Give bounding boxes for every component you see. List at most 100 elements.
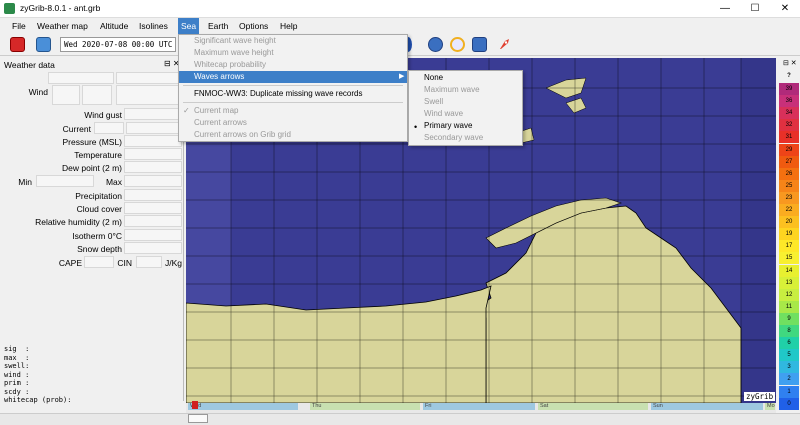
panel-title: Weather data: [4, 60, 55, 70]
menu-item-current-arrows-grib[interactable]: Current arrows on Grib grid: [179, 129, 407, 141]
colorbar-swatch: 20: [779, 216, 799, 229]
cell: [94, 122, 124, 134]
label-cloud-cover: Cloud cover: [76, 204, 122, 214]
map-brand-label: zyGrib: [744, 392, 776, 401]
menu-item-current-arrows[interactable]: Current arrows: [179, 117, 407, 129]
menu-separator: [183, 102, 403, 103]
cell: [126, 122, 182, 134]
minimize-button[interactable]: —: [710, 0, 740, 18]
cell: [124, 242, 182, 254]
colorbar-swatch: 27: [779, 155, 799, 168]
timeline-day[interactable]: Mo: [765, 403, 775, 410]
app-icon: [4, 3, 15, 14]
menu-options[interactable]: Options: [236, 18, 271, 34]
menu-altitude[interactable]: Altitude: [97, 18, 131, 34]
cell: [116, 72, 182, 84]
rocket-icon[interactable]: [497, 37, 512, 52]
colorbar-swatch: 0: [779, 397, 799, 410]
cell: [82, 85, 112, 105]
cell: [124, 189, 182, 201]
colorbar-buttons[interactable]: ⊟ ✕: [783, 59, 797, 67]
cell: [124, 202, 182, 214]
colorbar-swatch: 14: [779, 264, 799, 277]
timeline-day[interactable]: Wed: [188, 403, 298, 410]
wave-info-text: sig : max : swell: wind : prim : scdy : …: [4, 345, 72, 404]
menu-help[interactable]: Help: [277, 18, 300, 34]
label-cin: CIN: [117, 258, 132, 268]
colorbar-swatch: 11: [779, 300, 799, 313]
colorbar-swatch: 1: [779, 385, 799, 398]
timeline-day[interactable]: Thu: [310, 403, 420, 410]
menu-sea[interactable]: Sea: [178, 18, 200, 34]
sea-menu-dropdown: Significant wave height Maximum wave hei…: [178, 34, 408, 142]
date-selector[interactable]: Wed 2020-07-08 00:00 UTC: [60, 37, 176, 52]
colorbar-swatch: 26: [779, 167, 799, 180]
cell: [124, 215, 182, 227]
colorbar-title: ?: [779, 70, 799, 83]
submenu-arrow-icon: ▶: [399, 73, 405, 80]
cell: [124, 161, 182, 173]
menu-item-maximum-wave-height[interactable]: Maximum wave height: [179, 47, 407, 59]
cell: [124, 229, 182, 241]
label-dew-point: Dew point (2 m): [62, 163, 122, 173]
submenu-item-primary-wave[interactable]: Primary wave: [409, 120, 522, 132]
submenu-item-swell[interactable]: Swell: [409, 96, 522, 108]
colorbar-swatch: 13: [779, 276, 799, 289]
label-cape: CAPE: [58, 258, 82, 268]
menu-earth[interactable]: Earth: [205, 18, 231, 34]
colorbar-swatch: 8: [779, 325, 799, 337]
menu-isolines[interactable]: Isolines: [136, 18, 171, 34]
maximize-button[interactable]: ☐: [740, 0, 770, 18]
submenu-item-wind-wave[interactable]: Wind wave: [409, 108, 522, 120]
timeline-day[interactable]: Sun: [651, 403, 763, 410]
quit-icon[interactable]: [10, 37, 25, 52]
menu-item-significant-wave-height[interactable]: Significant wave height: [179, 35, 407, 47]
label-wind: Wind: [28, 87, 48, 97]
colorbar-swatch: 39: [779, 83, 799, 95]
timeline-day[interactable]: Sat: [538, 403, 648, 410]
globe-icon[interactable]: [428, 37, 443, 52]
menu-file[interactable]: File: [9, 18, 29, 34]
cell: [48, 72, 114, 84]
status-bar: [0, 413, 800, 425]
colorbar-swatch: 19: [779, 228, 799, 241]
cell: [124, 175, 182, 187]
colorbar-swatch: 6: [779, 337, 799, 350]
label-isotherm: Isotherm 0°C: [72, 231, 122, 241]
cell: [52, 85, 80, 105]
label-wind-gust: Wind gust: [84, 110, 122, 120]
menu-item-whitecap-probability[interactable]: Whitecap probability: [179, 59, 407, 71]
title-bar: [0, 0, 800, 18]
check-icon: ✓: [183, 106, 190, 115]
submenu-item-secondary-wave[interactable]: Secondary wave: [409, 132, 522, 144]
menu-weather-map[interactable]: Weather map: [34, 18, 91, 34]
label-jkg: J/Kg: [164, 258, 182, 268]
label-current: Current: [62, 124, 91, 134]
label-max: Max: [105, 177, 122, 187]
cell: [36, 175, 94, 187]
timeline-day[interactable]: Fri: [423, 403, 535, 410]
colorbar-swatch: 12: [779, 288, 799, 301]
label-pressure: Pressure (MSL): [62, 137, 122, 147]
menu-item-fnmoc-duplicate[interactable]: FNMOC-WW3: Duplicate missing wave record…: [179, 88, 407, 100]
close-button[interactable]: ✕: [770, 0, 800, 18]
zoom-icon[interactable]: [450, 37, 465, 52]
scrollbar-handle[interactable]: [188, 414, 208, 423]
info-icon[interactable]: [472, 37, 487, 52]
submenu-item-maximum-wave[interactable]: Maximum wave: [409, 84, 522, 96]
open-file-icon[interactable]: [36, 37, 51, 52]
colorbar-swatch: 36: [779, 95, 799, 108]
colorbar-swatch: 15: [779, 252, 799, 265]
menu-item-waves-arrows[interactable]: Waves arrows: [179, 71, 407, 83]
colorbar-swatch: 23: [779, 191, 799, 204]
label-temperature: Temperature: [74, 150, 122, 160]
colorbar-swatch: 34: [779, 107, 799, 120]
colorbar-swatch: 17: [779, 240, 799, 253]
colorbar-swatch: 22: [779, 204, 799, 216]
waves-arrows-submenu: None Maximum wave Swell Wind wave • Prim…: [408, 70, 523, 146]
window-title: zyGrib-8.0.1 - ant.grb: [20, 3, 101, 13]
submenu-item-none[interactable]: None: [409, 72, 522, 84]
menu-item-current-map[interactable]: Current map: [179, 105, 407, 117]
timeline-cursor[interactable]: [192, 401, 198, 409]
label-humidity: Relative humidity (2 m): [35, 217, 122, 227]
